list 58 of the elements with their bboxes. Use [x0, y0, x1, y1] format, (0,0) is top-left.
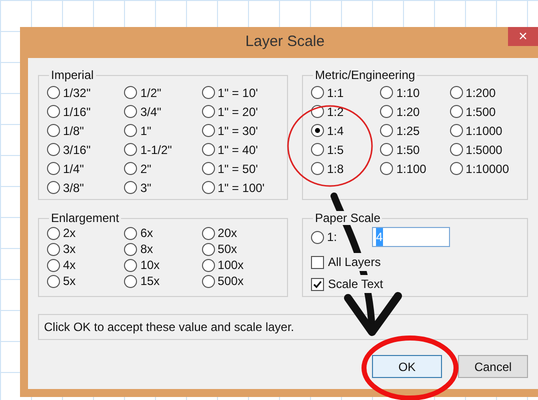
- group-label: Imperial: [50, 68, 95, 82]
- checkbox-option[interactable]: Scale Text: [311, 275, 519, 293]
- radio-option[interactable]: 500x: [202, 273, 279, 289]
- radio-option[interactable]: 1" = 40': [202, 140, 279, 159]
- radio-option[interactable]: 1:25: [380, 121, 450, 140]
- radio-option[interactable]: 6x: [124, 225, 202, 241]
- radio-option[interactable]: 1-1/2": [124, 140, 202, 159]
- radio-option[interactable]: 15x: [124, 273, 202, 289]
- radio-option[interactable]: 1:8: [311, 159, 380, 178]
- radio-option[interactable]: 1" = 100': [202, 178, 279, 197]
- radio-option[interactable]: 1/4": [47, 159, 124, 178]
- radio-option[interactable]: 1:10000: [450, 159, 519, 178]
- radio-option[interactable]: 1" = 30': [202, 121, 279, 140]
- radio-option[interactable]: 8x: [124, 241, 202, 257]
- group-label: Metric/Engineering: [314, 68, 416, 82]
- radio-option[interactable]: 4x: [47, 257, 124, 273]
- close-button[interactable]: ×: [508, 27, 538, 46]
- radio-option[interactable]: 1:20: [380, 102, 450, 121]
- radio-option[interactable]: 3/16": [47, 140, 124, 159]
- radio-option[interactable]: 1:: [311, 230, 366, 244]
- checkbox-option[interactable]: All Layers: [311, 253, 519, 271]
- radio-option[interactable]: 2": [124, 159, 202, 178]
- radio-option[interactable]: 2x: [47, 225, 124, 241]
- radio-option[interactable]: 1:100: [380, 159, 450, 178]
- radio-option[interactable]: 1/2": [124, 83, 202, 102]
- radio-option[interactable]: 1:1: [311, 83, 380, 102]
- radio-option[interactable]: 20x: [202, 225, 279, 241]
- group-label: Enlargement: [50, 211, 120, 225]
- radio-option[interactable]: 1" = 20': [202, 102, 279, 121]
- radio-option[interactable]: 3/4": [124, 102, 202, 121]
- dialog-button[interactable]: Cancel: [458, 355, 528, 378]
- window-title: Layer Scale: [245, 32, 325, 52]
- dialog-button[interactable]: OK: [372, 355, 442, 378]
- radio-option[interactable]: 3/8": [47, 178, 124, 197]
- checkmark-icon: [313, 280, 322, 288]
- radio-option[interactable]: 1:1000: [450, 121, 519, 140]
- radio-option[interactable]: 5x: [47, 273, 124, 289]
- radio-option[interactable]: 50x: [202, 241, 279, 257]
- radio-option[interactable]: 1:2: [311, 102, 380, 121]
- radio-option[interactable]: 3x: [47, 241, 124, 257]
- radio-option[interactable]: 1:500: [450, 102, 519, 121]
- radio-option[interactable]: 1:10: [380, 83, 450, 102]
- radio-option[interactable]: 1" = 10': [202, 83, 279, 102]
- radio-option[interactable]: 1": [124, 121, 202, 140]
- radio-option[interactable]: 1/32": [47, 83, 124, 102]
- radio-option[interactable]: 3": [124, 178, 202, 197]
- message-box: Click OK to accept these value and scale layer.: [38, 314, 528, 340]
- radio-option[interactable]: 1:50: [380, 140, 450, 159]
- radio-option[interactable]: 1/16": [47, 102, 124, 121]
- radio-option[interactable]: 1:5: [311, 140, 380, 159]
- radio-option[interactable]: 1:200: [450, 83, 519, 102]
- radio-option[interactable]: 1:5000: [450, 140, 519, 159]
- radio-option[interactable]: 1/8": [47, 121, 124, 140]
- group-label: Paper Scale: [313, 211, 382, 225]
- radio-option[interactable]: 100x: [202, 257, 279, 273]
- radio-option[interactable]: 1:4: [311, 121, 380, 140]
- radio-option[interactable]: 10x: [124, 257, 202, 273]
- radio-option[interactable]: 1" = 50': [202, 159, 279, 178]
